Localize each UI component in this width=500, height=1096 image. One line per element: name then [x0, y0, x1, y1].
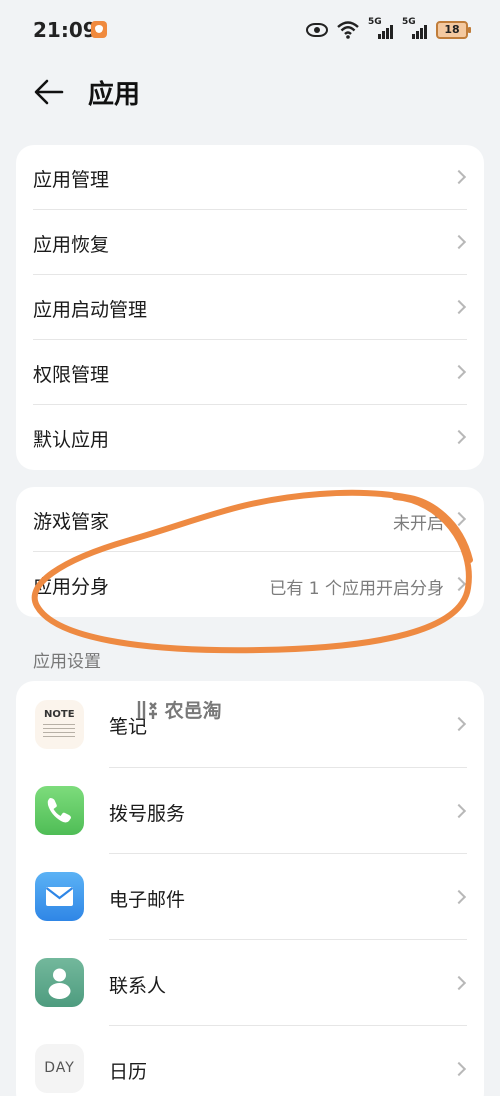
app-settings-screen: 21:09 5G 5G 18 应用 应用管理 应用恢复 应用启动管理 权限管理 …	[0, 0, 500, 1096]
notes-icon: NOTE	[35, 700, 84, 749]
list-item-label: 权限管理	[33, 364, 110, 386]
watermark: 农邑淘	[136, 696, 222, 723]
chevron-right-icon	[451, 1061, 467, 1077]
chevron-right-icon	[451, 803, 467, 819]
list-item-permissions[interactable]: 权限管理	[16, 340, 484, 405]
list-item-contacts[interactable]: 联系人	[16, 940, 484, 1026]
list-item-label: 联系人	[109, 975, 167, 997]
list-item-app-twin[interactable]: 应用分身 已有 1 个应用开启分身	[16, 552, 484, 617]
list-item-label: 应用恢复	[33, 234, 110, 256]
list-item-label: 应用管理	[33, 169, 110, 191]
chevron-right-icon	[451, 716, 467, 732]
shield-icon	[91, 21, 107, 38]
chevron-right-icon	[451, 364, 467, 380]
wifi-icon	[337, 21, 359, 39]
list-item-app-launch[interactable]: 应用启动管理	[16, 275, 484, 340]
list-item-calendar[interactable]: DAY 日历	[16, 1026, 484, 1096]
list-item-app-restore[interactable]: 应用恢复	[16, 210, 484, 275]
signal-label: 5G	[402, 17, 416, 27]
list-item-label: 默认应用	[33, 429, 110, 451]
chevron-right-icon	[451, 511, 467, 527]
arrow-left-icon[interactable]	[34, 79, 64, 105]
list-item-label: 应用分身	[33, 576, 110, 598]
chevron-right-icon	[451, 975, 467, 991]
chevron-right-icon	[451, 169, 467, 185]
watermark-text: 农邑淘	[164, 700, 222, 722]
chevron-right-icon	[451, 576, 467, 592]
chevron-right-icon	[451, 889, 467, 905]
list-item-email[interactable]: 电子邮件	[16, 854, 484, 940]
list-item-game-manager[interactable]: 游戏管家 未开启	[16, 487, 484, 552]
list-item-label: 拨号服务	[109, 803, 186, 825]
status-bar: 21:09 5G 5G 18	[0, 0, 500, 62]
notes-icon-text: NOTE	[44, 709, 75, 720]
list-item-label: 应用启动管理	[33, 299, 148, 321]
app-settings-card: NOTE 笔记 拨号服务 电子邮件 联系人 DAY 日历	[16, 681, 484, 1096]
status-time: 21:09	[33, 18, 97, 42]
app-management-card: 应用管理 应用恢复 应用启动管理 权限管理 默认应用	[16, 145, 484, 470]
section-title: 应用设置	[33, 652, 101, 672]
app-features-card: 游戏管家 未开启 应用分身 已有 1 个应用开启分身	[16, 487, 484, 617]
chevron-right-icon	[451, 234, 467, 250]
calendar-icon-text: DAY	[44, 1060, 75, 1076]
chevron-right-icon	[451, 429, 467, 445]
list-item-value: 未开启	[393, 514, 444, 534]
list-item-label: 日历	[109, 1061, 148, 1083]
list-item-label: 游戏管家	[33, 511, 110, 533]
signal-icon: 5G	[368, 17, 394, 41]
watermark-logo-icon	[137, 701, 157, 719]
calendar-icon: DAY	[35, 1044, 84, 1093]
signal-icon: 5G	[402, 17, 428, 41]
list-item-label: 电子邮件	[109, 889, 186, 911]
battery-icon: 18	[436, 21, 471, 39]
phone-icon	[35, 786, 84, 835]
page-title: 应用	[88, 80, 141, 110]
list-item-app-management[interactable]: 应用管理	[16, 145, 484, 210]
list-item-default-apps[interactable]: 默认应用	[16, 405, 484, 470]
eye-icon	[306, 23, 328, 37]
list-item-notes[interactable]: NOTE 笔记	[16, 681, 484, 768]
list-item-value: 已有 1 个应用开启分身	[269, 579, 444, 599]
status-icons: 5G 5G 18	[306, 16, 471, 44]
mail-icon	[35, 872, 84, 921]
contacts-icon	[35, 958, 84, 1007]
chevron-right-icon	[451, 299, 467, 315]
signal-label: 5G	[368, 17, 382, 27]
list-item-dialer[interactable]: 拨号服务	[16, 768, 484, 854]
page-header: 应用	[0, 62, 500, 122]
